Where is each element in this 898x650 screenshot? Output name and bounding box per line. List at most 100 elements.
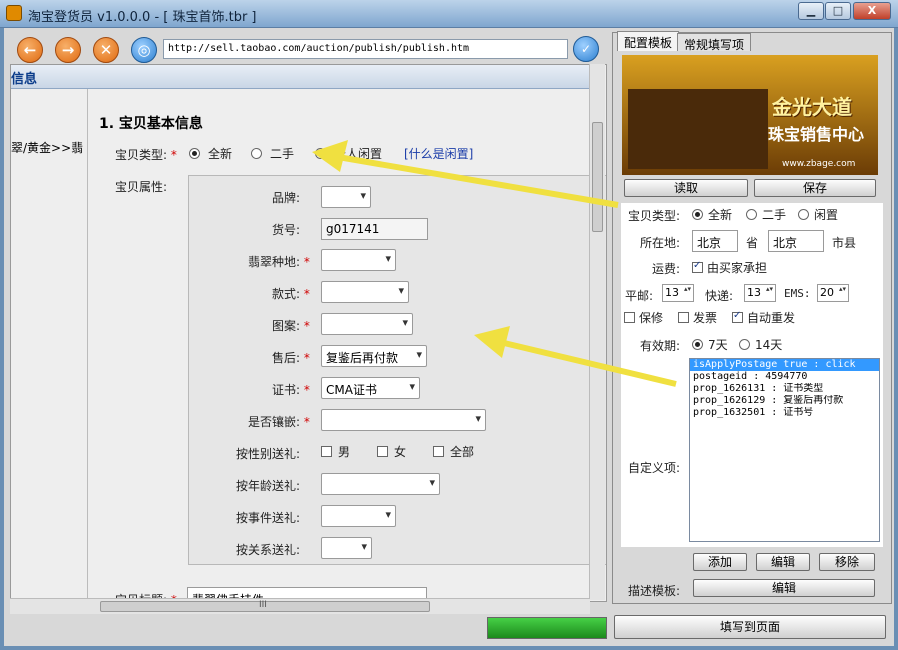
checkbox-icon[interactable] [732, 310, 743, 323]
add-button[interactable]: 添加 [693, 553, 747, 571]
ems-label: EMS: [784, 287, 811, 300]
express-stepper[interactable]: 13 [744, 284, 776, 302]
province-input[interactable]: 北京 [692, 230, 738, 252]
app-icon [6, 5, 22, 21]
read-button[interactable]: 读取 [624, 179, 748, 197]
fill-to-page-button[interactable]: 填写到页面 [614, 615, 886, 639]
buyer-pays-checkbox[interactable]: 由买家承担 [692, 259, 767, 276]
checkbox-icon[interactable] [321, 446, 332, 457]
stop-icon[interactable]: ✕ [93, 37, 119, 63]
list-item[interactable]: prop_1632501 : 证书号 [690, 407, 879, 419]
radio-icon[interactable] [251, 148, 262, 159]
desc-template-label: 描述模板: [628, 584, 681, 598]
radio-icon[interactable] [798, 209, 809, 220]
banner-line1: 金光大道 [772, 95, 852, 119]
shipping-label: 运费: [652, 262, 681, 276]
checkbox-icon[interactable] [433, 446, 444, 457]
style-select[interactable] [321, 281, 409, 303]
inlay-select[interactable] [321, 409, 486, 431]
home-icon[interactable]: ◎ [131, 37, 157, 63]
radio-icon[interactable] [315, 148, 326, 159]
style-label: 款式: * [272, 287, 310, 301]
mail-label: 平邮: [625, 289, 654, 303]
r-type-new[interactable]: 全新 [692, 206, 732, 223]
banner-url: www.zbage.com [782, 159, 856, 169]
horizontal-scrollbar[interactable]: III [10, 598, 590, 614]
forward-arrow-icon[interactable]: → [55, 37, 81, 63]
list-item[interactable]: isApplyPostage true : click [690, 359, 879, 371]
age-select[interactable] [321, 473, 440, 495]
radio-icon[interactable] [692, 339, 703, 350]
mail-stepper[interactable]: 13 [662, 284, 694, 302]
brand-select[interactable] [321, 186, 371, 208]
minimize-button[interactable]: ▁ [798, 2, 824, 20]
back-arrow-icon[interactable]: ← [17, 37, 43, 63]
validity-7[interactable]: 7天 [692, 336, 728, 353]
list-item[interactable]: prop_1626131 : 证书类型 [690, 383, 879, 395]
age-label: 按年龄送礼: [236, 479, 301, 493]
warranty-checkbox[interactable]: 保修 [624, 309, 663, 326]
validity-14[interactable]: 14天 [739, 336, 782, 353]
express-label: 快递: [705, 289, 734, 303]
pattern-select[interactable] [321, 313, 413, 335]
pattern-label: 图案: * [272, 319, 310, 333]
scroll-thumb[interactable] [592, 122, 603, 232]
type-radio-used[interactable]: 二手 [251, 145, 294, 162]
store-banner: 金光大道 珠宝销售中心 www.zbage.com [622, 55, 878, 175]
maximize-button[interactable]: □ [825, 2, 851, 20]
category-breadcrumb[interactable]: 翠/黄金>>翡 [11, 139, 83, 156]
gender-female[interactable]: 女 [377, 443, 406, 460]
vertical-scrollbar[interactable] [589, 64, 605, 600]
radio-icon[interactable] [739, 339, 750, 350]
window-title: 淘宝登货员 v1.0.0.0 - [ 珠宝首饰.tbr ] [28, 10, 257, 25]
what-is-idle-link[interactable]: [什么是闲置] [404, 145, 473, 162]
type-radio-new[interactable]: 全新 [189, 145, 232, 162]
custom-items-list[interactable]: isApplyPostage true : click postageid : … [689, 358, 880, 542]
grip-label: III [259, 600, 267, 610]
list-item[interactable]: prop_1626129 : 复鉴后再付款 [690, 395, 879, 407]
origin-label: 翡翠种地: * [248, 255, 310, 269]
invoice-checkbox[interactable]: 发票 [678, 309, 717, 326]
relation-select[interactable] [321, 537, 372, 559]
edit-button[interactable]: 编辑 [756, 553, 810, 571]
checkbox-icon[interactable] [624, 312, 635, 323]
ems-stepper[interactable]: 20 [817, 284, 849, 302]
gender-male[interactable]: 男 [321, 443, 350, 460]
r-type-idle[interactable]: 闲置 [798, 206, 838, 223]
radio-icon[interactable] [746, 209, 757, 220]
origin-select[interactable] [321, 249, 396, 271]
autorepub-checkbox[interactable]: 自动重发 [732, 309, 795, 326]
scroll-thumb[interactable]: III [100, 600, 430, 612]
list-item[interactable]: postageid : 4594770 [690, 371, 879, 383]
radio-icon[interactable] [692, 209, 703, 220]
city-input[interactable]: 北京 [768, 230, 824, 252]
close-button[interactable]: X [853, 2, 891, 20]
checkbox-icon[interactable] [678, 312, 689, 323]
r-type-label: 宝贝类型: [628, 209, 681, 223]
checkbox-icon[interactable] [692, 260, 703, 273]
desc-edit-button[interactable]: 编辑 [693, 579, 875, 597]
event-label: 按事件送礼: [236, 511, 301, 525]
url-input[interactable]: http://sell.taobao.com/auction/publish/p… [163, 39, 568, 59]
cert-select[interactable]: CMA证书 [321, 377, 420, 399]
gender-all[interactable]: 全部 [433, 443, 474, 460]
radio-icon[interactable] [189, 148, 200, 159]
validity-label: 有效期: [640, 339, 681, 353]
item-no-input[interactable]: g017141 [321, 218, 428, 240]
remove-button[interactable]: 移除 [819, 553, 875, 571]
go-check-icon[interactable]: ✓ [573, 36, 599, 62]
type-radio-idle[interactable]: 个人闲置 [315, 145, 382, 162]
section-title: 1. 宝贝基本信息 [99, 116, 203, 132]
r-type-used[interactable]: 二手 [746, 206, 786, 223]
browser-view: 信息 翠/黄金>>翡 1. 宝贝基本信息 宝贝类型: * 全新 二手 个人闲置 … [10, 64, 607, 602]
save-button[interactable]: 保存 [754, 179, 876, 197]
aftersale-label: 售后: * [272, 351, 310, 365]
checkbox-icon[interactable] [377, 446, 388, 457]
tab-config-template[interactable]: 配置模板 [617, 31, 680, 51]
gender-label: 按性别送礼: [236, 447, 301, 461]
location-label: 所在地: [640, 236, 681, 250]
event-select[interactable] [321, 505, 396, 527]
tab-common-fields[interactable]: 常规填写项 [677, 33, 752, 52]
custom-label: 自定义项: [628, 461, 681, 475]
aftersale-select[interactable]: 复鉴后再付款 [321, 345, 427, 367]
